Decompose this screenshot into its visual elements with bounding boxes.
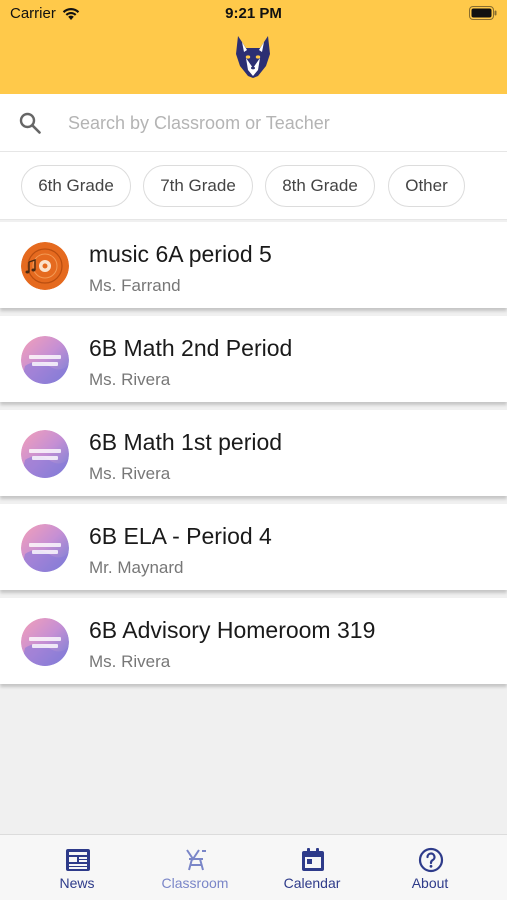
classroom-card[interactable]: 6B Advisory Homeroom 319 Ms. Rivera bbox=[0, 598, 507, 684]
hernandez-hinkles-avatar bbox=[21, 430, 69, 478]
classroom-title: 6B ELA - Period 4 bbox=[89, 523, 272, 549]
status-bar: Carrier 9:21 PM bbox=[0, 0, 507, 28]
tab-news[interactable]: News bbox=[17, 835, 137, 900]
filter-chip-6th-grade[interactable]: 6th Grade bbox=[21, 165, 131, 207]
classroom-icon bbox=[186, 849, 206, 871]
grade-filter-bar: 6th Grade 7th Grade 8th Grade Other bbox=[0, 152, 507, 220]
classroom-title: music 6A period 5 bbox=[89, 241, 272, 267]
classroom-card[interactable]: 6B Math 1st period Ms. Rivera bbox=[0, 410, 507, 496]
filter-chip-7th-grade[interactable]: 7th Grade bbox=[143, 165, 253, 207]
classroom-title: 6B Advisory Homeroom 319 bbox=[89, 617, 376, 643]
filter-chip-other[interactable]: Other bbox=[388, 165, 465, 207]
tab-calendar[interactable]: Calendar bbox=[252, 835, 372, 900]
filter-chip-8th-grade[interactable]: 8th Grade bbox=[265, 165, 375, 207]
battery-icon bbox=[469, 6, 497, 20]
classroom-title: 6B Math 2nd Period bbox=[89, 335, 293, 361]
hernandez-hinkles-avatar bbox=[21, 524, 69, 572]
search-icon bbox=[19, 112, 41, 134]
help-icon bbox=[418, 847, 444, 873]
classroom-card[interactable]: 6B ELA - Period 4 Mr. Maynard bbox=[0, 504, 507, 590]
calendar-icon bbox=[302, 848, 324, 871]
tab-calendar-label: Calendar bbox=[283, 875, 341, 891]
classroom-teacher: Ms. Farrand bbox=[89, 276, 181, 295]
classroom-title: 6B Math 1st period bbox=[89, 429, 283, 455]
hernandez-hinkles-avatar bbox=[21, 336, 69, 384]
tab-about-label: About bbox=[411, 875, 449, 891]
classroom-teacher: Ms. Rivera bbox=[89, 464, 171, 483]
classroom-teacher: Ms. Rivera bbox=[89, 652, 171, 671]
newspaper-icon bbox=[66, 849, 90, 871]
classroom-card[interactable]: 6B Math 2nd Period Ms. Rivera bbox=[0, 316, 507, 402]
classroom-teacher: Mr. Maynard bbox=[89, 558, 184, 577]
search-input[interactable] bbox=[68, 108, 488, 138]
tab-classroom-label: Classroom bbox=[161, 875, 229, 891]
tab-classroom[interactable]: Classroom bbox=[135, 835, 255, 900]
classroom-card[interactable]: music 6A period 5 Ms. Farrand bbox=[0, 222, 507, 308]
tab-about[interactable]: About bbox=[370, 835, 490, 900]
classroom-teacher: Ms. Rivera bbox=[89, 370, 171, 389]
hernandez-hinkles-avatar bbox=[21, 618, 69, 666]
tab-news-label: News bbox=[59, 875, 95, 891]
search-bar bbox=[0, 94, 507, 152]
status-time: 9:21 PM bbox=[225, 5, 282, 22]
husky-logo bbox=[236, 36, 270, 78]
app-header: Carrier 9:21 PM bbox=[0, 0, 507, 94]
bottom-tab-bar: News Classroom Calendar About bbox=[0, 834, 507, 900]
music-disc-avatar bbox=[21, 242, 69, 290]
